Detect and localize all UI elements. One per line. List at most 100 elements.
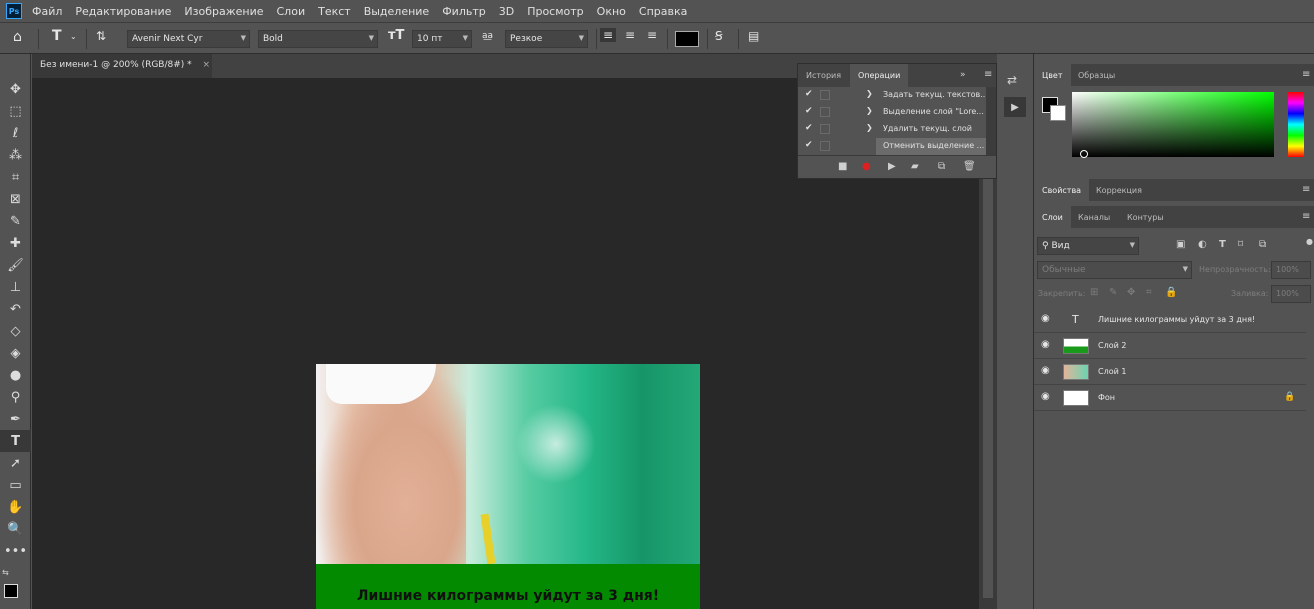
actions-scrollbar[interactable] (986, 87, 996, 155)
new-action-icon[interactable]: ⧉ (938, 161, 945, 172)
character-panel-icon[interactable]: ▤ (748, 29, 759, 43)
action-row[interactable]: ✔ ❯ Задать текущ. текстов... (798, 87, 988, 104)
eye-icon[interactable]: ◉ (1041, 365, 1050, 376)
path-selection-tool-icon[interactable]: ➚ (0, 452, 31, 474)
menu-filter[interactable]: Фильтр (442, 5, 486, 18)
trash-icon[interactable]: 🗑 (963, 161, 976, 172)
antialias-select[interactable]: Резкое ▼ (505, 30, 588, 48)
filter-toggle-icon[interactable]: ● (1306, 237, 1313, 246)
home-icon[interactable]: ⌂ (13, 29, 22, 45)
eye-icon[interactable]: ◉ (1041, 313, 1050, 324)
clone-stamp-tool-icon[interactable]: ⊥ (0, 276, 31, 298)
menu-edit[interactable]: Редактирование (75, 5, 171, 18)
menu-image[interactable]: Изображение (184, 5, 263, 18)
eraser-tool-icon[interactable]: ◇ (0, 320, 31, 342)
filter-pixel-icon[interactable]: ▣ (1176, 239, 1185, 250)
align-right-icon[interactable]: ≡ (647, 28, 657, 42)
layer-filter-select[interactable]: ⚲ Вид ▼ (1037, 237, 1139, 255)
healing-brush-tool-icon[interactable]: ✚ (0, 232, 31, 254)
type-tool-icon[interactable]: T (0, 430, 31, 452)
action-row[interactable]: ✔ ❯ Выделение слой "Lore... (798, 104, 986, 121)
filter-smart-object-icon[interactable]: ⧉ (1259, 239, 1266, 250)
layer-row[interactable]: ◉ Слой 2 (1034, 333, 1306, 359)
color-picker-cursor[interactable] (1080, 150, 1088, 158)
panel-menu-icon[interactable]: ≡ (1302, 69, 1310, 80)
panel-menu-icon[interactable]: ≡ (1302, 211, 1310, 222)
lasso-tool-icon[interactable]: ℓ (0, 122, 31, 144)
toggle-text-orientation-icon[interactable]: ⇅ (96, 29, 106, 43)
filter-adjustment-icon[interactable]: ◐ (1198, 239, 1207, 250)
menu-3d[interactable]: 3D (499, 5, 514, 18)
tab-channels[interactable]: Каналы (1070, 206, 1118, 229)
panel-menu-icon[interactable]: ≡ (984, 69, 992, 80)
history-panel-icon[interactable]: ⇄ (1007, 73, 1017, 87)
lock-all-icon[interactable]: 🔒 (1165, 287, 1177, 298)
filter-type-icon[interactable]: T (1219, 239, 1226, 250)
lock-transparent-icon[interactable]: ⊞ (1090, 287, 1098, 298)
align-left-icon[interactable]: ≡ (600, 28, 617, 42)
rectangle-tool-icon[interactable]: ▭ (0, 474, 31, 496)
action-row[interactable]: ✔ ❯ Удалить текущ. слой (798, 121, 986, 138)
color-field[interactable] (1072, 92, 1274, 157)
warp-text-icon[interactable]: Ꞩ (715, 29, 723, 43)
tab-layers[interactable]: Слои (1034, 206, 1071, 229)
lock-image-icon[interactable]: ✎ (1109, 287, 1117, 298)
font-size-select[interactable]: 10 пт ▼ (412, 30, 472, 48)
fill-input[interactable]: 100% (1271, 285, 1311, 303)
menu-window[interactable]: Окно (597, 5, 626, 18)
chevron-right-icon[interactable]: ❯ (866, 89, 873, 98)
blend-mode-select[interactable]: Обычные ▼ (1037, 261, 1192, 279)
more-tools-icon[interactable]: ••• (0, 540, 31, 562)
align-center-icon[interactable]: ≡ (625, 28, 635, 42)
text-color-swatch[interactable] (675, 31, 699, 47)
zoom-tool-icon[interactable]: 🔍 (0, 518, 31, 540)
menu-view[interactable]: Просмотр (527, 5, 583, 18)
tab-paths[interactable]: Контуры (1119, 206, 1172, 229)
layer-row-text[interactable]: ◉ T Лишние килограммы уйдут за 3 дня! (1034, 307, 1306, 333)
chevron-right-icon[interactable]: ❯ (866, 106, 873, 115)
headline-text[interactable]: Лишние килограммы уйдут за 3 дня! (316, 588, 700, 604)
marquee-tool-icon[interactable]: ⬚ (0, 100, 31, 122)
pen-tool-icon[interactable]: ✒ (0, 408, 31, 430)
tab-history[interactable]: История (798, 64, 849, 87)
stop-icon[interactable]: ■ (838, 161, 847, 172)
tab-properties[interactable]: Свойства (1034, 179, 1090, 202)
font-family-select[interactable]: Avenir Next Cyr ▼ (127, 30, 250, 48)
background-color-chip[interactable] (1050, 105, 1066, 121)
tab-adjustments[interactable]: Коррекция (1088, 179, 1150, 202)
hue-slider[interactable] (1288, 92, 1304, 157)
blur-tool-icon[interactable]: ● (0, 364, 31, 386)
quick-select-tool-icon[interactable]: ⁂ (0, 144, 31, 166)
frame-tool-icon[interactable]: ⊠ (0, 188, 31, 210)
document-tab[interactable]: Без имени-1 @ 200% (RGB/8#) * × (32, 54, 212, 78)
eyedropper-tool-icon[interactable]: ✎ (0, 210, 31, 232)
eye-icon[interactable]: ◉ (1041, 339, 1050, 350)
record-icon[interactable]: ● (862, 161, 871, 172)
chevron-right-icon[interactable]: ❯ (866, 123, 873, 132)
swap-colors-icon[interactable]: ⇆ (2, 568, 9, 577)
play-icon[interactable]: ▶ (888, 161, 896, 172)
filter-shape-icon[interactable]: ⌑ (1238, 239, 1243, 250)
action-row-selected[interactable]: ✔ Отменить выделение ... (798, 138, 986, 155)
history-brush-tool-icon[interactable]: ↶ (0, 298, 31, 320)
new-set-folder-icon[interactable]: ▰ (911, 161, 919, 172)
hand-tool-icon[interactable]: ✋ (0, 496, 31, 518)
close-tab-icon[interactable]: × (203, 60, 211, 70)
crop-tool-icon[interactable]: ⌗ (0, 166, 31, 188)
menu-type[interactable]: Текст (318, 5, 351, 18)
opacity-input[interactable]: 100% (1271, 261, 1311, 279)
chevron-down-icon[interactable]: ⌄ (70, 32, 77, 41)
lock-position-icon[interactable]: ✥ (1127, 287, 1135, 298)
panel-menu-icon[interactable]: ≡ (1302, 184, 1310, 195)
menu-help[interactable]: Справка (639, 5, 687, 18)
font-style-select[interactable]: Bold ▼ (258, 30, 378, 48)
layer-row[interactable]: ◉ Слой 1 (1034, 359, 1306, 385)
document-image[interactable]: Лишние килограммы уйдут за 3 дня! (316, 364, 700, 609)
tab-actions[interactable]: Операции (850, 64, 909, 87)
layer-row-background[interactable]: ◉ Фон 🔒 (1034, 385, 1306, 411)
dodge-tool-icon[interactable]: ⚲ (0, 386, 31, 408)
lock-artboard-icon[interactable]: ⌗ (1146, 287, 1152, 298)
menu-select[interactable]: Выделение (364, 5, 430, 18)
eye-icon[interactable]: ◉ (1041, 391, 1050, 402)
brush-tool-icon[interactable]: 🖌 (0, 254, 31, 276)
